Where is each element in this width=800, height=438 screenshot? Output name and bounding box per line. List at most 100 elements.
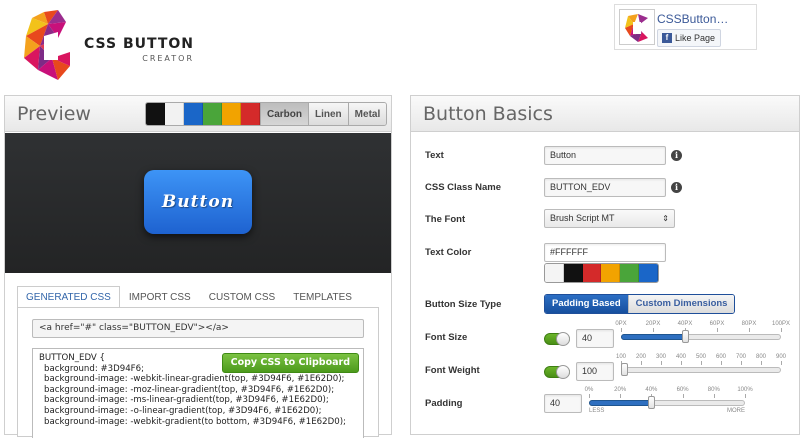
logo-mark-icon xyxy=(24,10,70,80)
text-label: Text xyxy=(425,150,444,161)
slider-tick-label: 60PX xyxy=(709,321,725,327)
class-name-info-icon[interactable]: i xyxy=(671,182,682,193)
css-tabs: GENERATED CSS IMPORT CSS CUSTOM CSS TEMPLAT… xyxy=(17,286,361,308)
slider-tick-label: 700 xyxy=(735,354,747,360)
slider-tick-mark xyxy=(781,361,782,365)
theme-linen-button[interactable]: Linen xyxy=(308,103,348,125)
size-type-padding-based[interactable]: Padding Based xyxy=(545,295,628,313)
preview-button[interactable]: Button xyxy=(144,170,252,234)
background-swatch[interactable] xyxy=(222,103,241,125)
text-color-swatch[interactable] xyxy=(620,264,640,282)
font-weight-toggle[interactable] xyxy=(544,365,570,379)
logo-title: CSS BUTTON xyxy=(84,36,195,52)
slider-tick-label: 40PX xyxy=(677,321,693,327)
slider-handle[interactable] xyxy=(682,330,689,343)
font-size-label: Font Size xyxy=(425,332,468,343)
slider-tick-mark xyxy=(589,394,590,398)
css-line: background-image: -webkit-gradient(to bo… xyxy=(44,416,346,427)
slider-tick-label: 100 xyxy=(615,354,627,360)
preview-header: Preview Carbon Linen Metal xyxy=(5,96,391,132)
generated-css-area[interactable]: BUTTON_EDV {background: #3D94F6; backgrou… xyxy=(32,348,364,438)
copy-css-button[interactable]: Copy CSS to Clipboard xyxy=(221,353,359,373)
background-swatch[interactable] xyxy=(241,103,260,125)
tab-generated-css[interactable]: GENERATED CSS xyxy=(17,286,120,308)
theme-carbon-button[interactable]: Carbon xyxy=(260,103,308,125)
html-snippet-field[interactable]: <a href="#" class="BUTTON_EDV"></a> xyxy=(32,319,364,338)
text-color-swatch[interactable] xyxy=(582,264,602,282)
slider-tick-mark xyxy=(717,328,718,332)
font-select[interactable]: Brush Script MT ⇕ xyxy=(544,209,675,228)
slider-more-label: MORE xyxy=(727,408,745,414)
slider-tick-mark xyxy=(741,361,742,365)
slider-tick-mark xyxy=(681,361,682,365)
background-swatch[interactable] xyxy=(146,103,165,125)
background-swatch[interactable] xyxy=(184,103,203,125)
facebook-page-widget: CSSButton… f Like Page xyxy=(614,4,757,50)
text-color-swatch[interactable] xyxy=(545,264,564,282)
facebook-page-name[interactable]: CSSButton… xyxy=(657,12,728,26)
preview-title: Preview xyxy=(17,103,91,125)
class-name-input[interactable]: BUTTON_EDV xyxy=(544,178,666,197)
slider-tick-mark xyxy=(781,328,782,332)
facebook-page-thumbnail[interactable] xyxy=(619,9,655,45)
padding-input[interactable]: 40 xyxy=(544,394,582,413)
logo[interactable]: CSS BUTTON CREATOR xyxy=(18,8,208,84)
preview-panel: Preview Carbon Linen Metal Button GENERATE… xyxy=(4,95,392,438)
facebook-icon: f xyxy=(662,33,672,43)
slider-tick-mark xyxy=(621,328,622,332)
slider-tick-mark xyxy=(749,328,750,332)
slider-tick-label: 500 xyxy=(695,354,707,360)
slider-tick-label: 0PX xyxy=(615,321,627,327)
slider-tick-label: 300 xyxy=(655,354,667,360)
text-color-swatches xyxy=(544,263,659,283)
slider-handle[interactable] xyxy=(648,396,656,409)
facebook-like-button[interactable]: f Like Page xyxy=(657,29,722,47)
theme-metal-button[interactable]: Metal xyxy=(347,103,387,125)
tab-custom-css[interactable]: CUSTOM CSS xyxy=(200,286,285,308)
font-weight-input[interactable]: 100 xyxy=(576,362,614,381)
slider-tick-label: 100PX xyxy=(771,321,791,327)
toggle-knob xyxy=(556,365,570,379)
text-color-swatch[interactable] xyxy=(639,264,658,282)
slider-tick-label: 200 xyxy=(635,354,647,360)
slider-fill xyxy=(589,400,652,406)
text-input[interactable]: Button xyxy=(544,146,666,165)
toggle-knob xyxy=(556,332,570,346)
slider-tick-label: 400 xyxy=(675,354,687,360)
font-size-toggle[interactable] xyxy=(544,332,570,346)
padding-label: Padding xyxy=(425,398,463,409)
slider-tick-mark xyxy=(761,361,762,365)
text-color-swatch[interactable] xyxy=(563,264,583,282)
slider-tick-label: 40% xyxy=(645,387,658,393)
text-info-icon[interactable]: i xyxy=(671,150,682,161)
font-size-input[interactable]: 40 xyxy=(576,329,614,348)
tab-templates[interactable]: TEMPLATES xyxy=(284,286,361,308)
logo-thumbnail-icon xyxy=(625,14,648,42)
font-size-slider[interactable]: 0PX 20PX 40PX 60PX 80PX 100PX xyxy=(615,321,790,348)
preview-stage: Button xyxy=(5,133,391,273)
slider-tick-label: 100% xyxy=(737,387,753,393)
slider-handle[interactable] xyxy=(621,363,628,376)
slider-tick-label: 0% xyxy=(584,387,594,393)
padding-slider[interactable]: 0% 20% 40% 60% 80% 100% LESS MORE xyxy=(585,387,753,414)
tab-import-css[interactable]: IMPORT CSS xyxy=(120,286,200,308)
font-weight-label: Font Weight xyxy=(425,365,480,376)
slider-tick-label: 600 xyxy=(715,354,727,360)
facebook-like-label: Like Page xyxy=(675,33,716,43)
text-color-swatch[interactable] xyxy=(601,264,621,282)
font-weight-slider[interactable]: 100 200 300 400 500 600 700 800 900 xyxy=(616,354,786,381)
basics-title: Button Basics xyxy=(423,103,553,125)
background-swatch[interactable] xyxy=(203,103,222,125)
slider-tick-label: 80% xyxy=(707,387,720,393)
size-type-label: Button Size Type xyxy=(425,299,502,310)
size-type-toggle: Padding Based Custom Dimensions xyxy=(544,294,736,314)
font-select-value: Brush Script MT xyxy=(550,213,615,223)
slider-tick-label: 900 xyxy=(775,354,787,360)
slider-tick-label: 20PX xyxy=(645,321,661,327)
text-color-input[interactable]: #FFFFFF xyxy=(544,243,666,262)
slider-tick-label: 20% xyxy=(614,387,627,393)
slider-tick-mark xyxy=(713,394,715,398)
size-type-custom-dimensions[interactable]: Custom Dimensions xyxy=(627,295,735,313)
background-swatch[interactable] xyxy=(165,103,184,125)
css-line: background-image: -ms-linear-gradient(to… xyxy=(44,395,329,406)
